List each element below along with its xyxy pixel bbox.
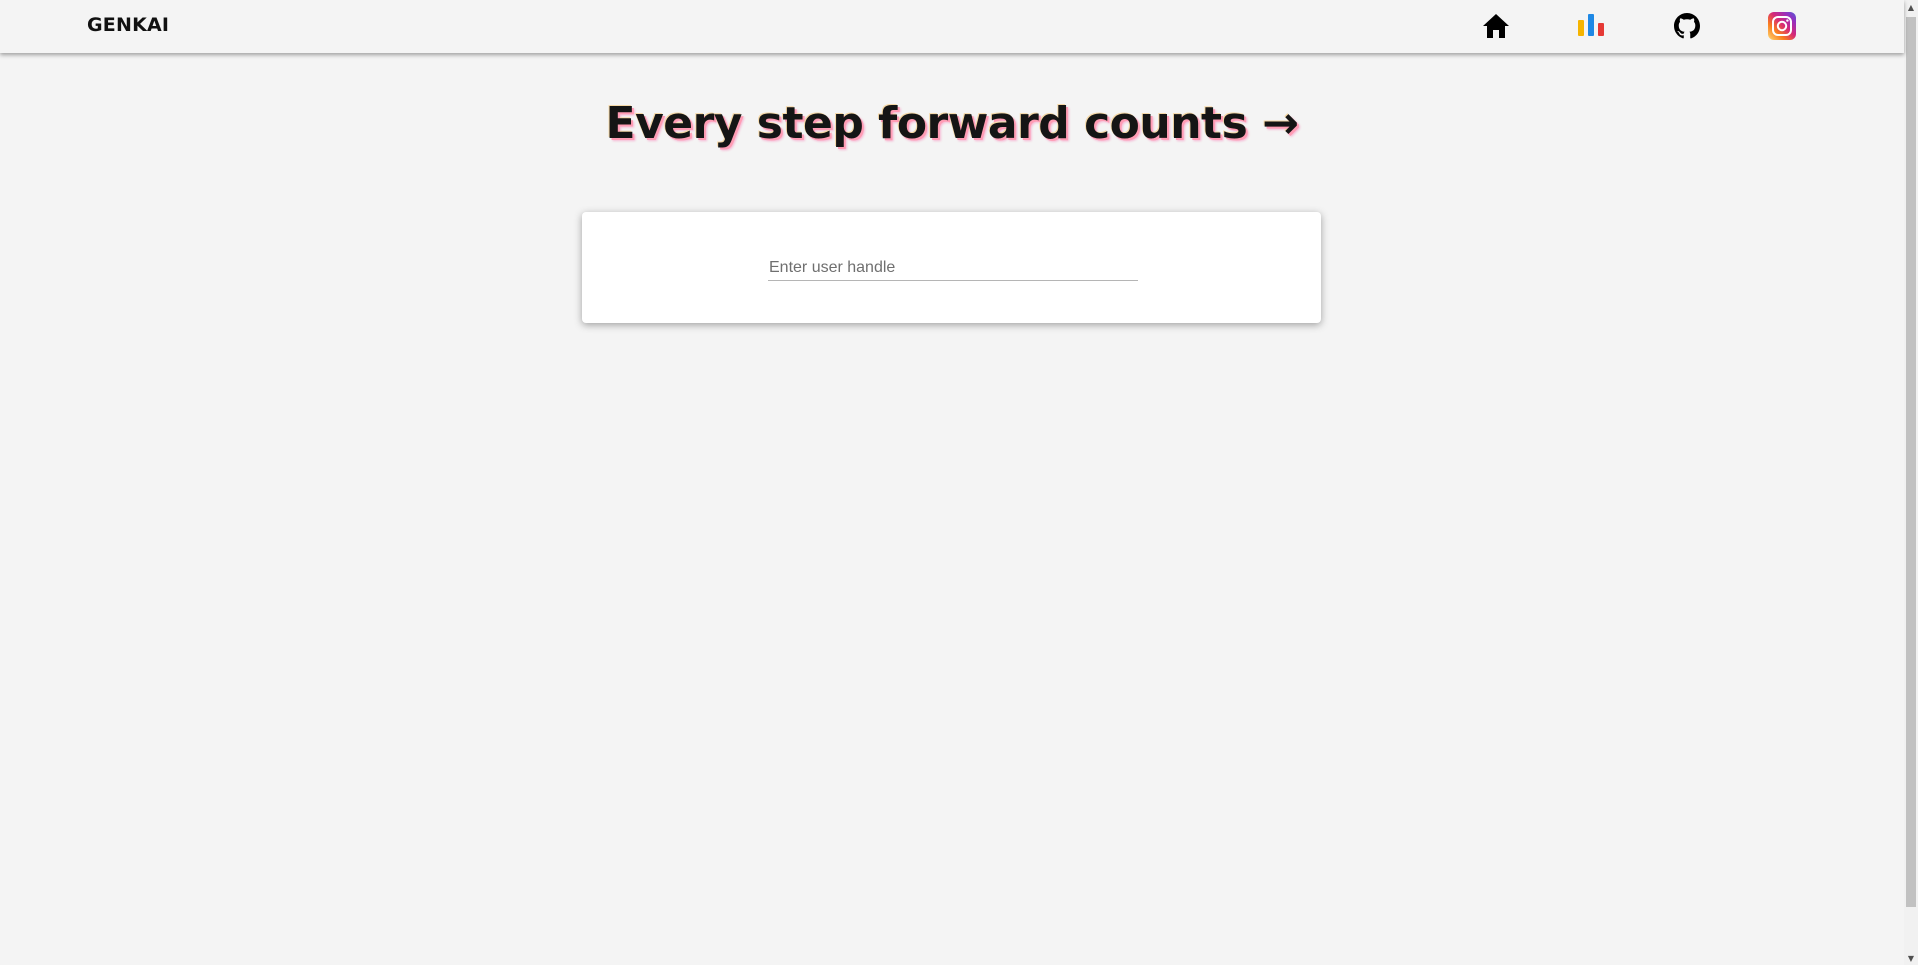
instagram-icon[interactable] — [1764, 8, 1800, 44]
scroll-up-arrow[interactable]: ▲ — [1904, 0, 1918, 14]
github-icon[interactable] — [1669, 8, 1705, 44]
page-headline: Every step forward counts → — [605, 98, 1299, 149]
scroll-thumb[interactable] — [1906, 17, 1916, 907]
user-handle-input[interactable] — [768, 255, 1138, 281]
bar-chart-icon[interactable] — [1574, 8, 1610, 44]
home-icon[interactable] — [1478, 8, 1514, 44]
top-navbar: GENKAI — [0, 0, 1904, 53]
scroll-down-arrow[interactable]: ▼ — [1904, 951, 1918, 965]
vertical-scrollbar[interactable]: ▲ ▼ — [1904, 0, 1918, 965]
search-card — [582, 212, 1321, 323]
brand-logo-text[interactable]: GENKAI — [87, 14, 169, 36]
